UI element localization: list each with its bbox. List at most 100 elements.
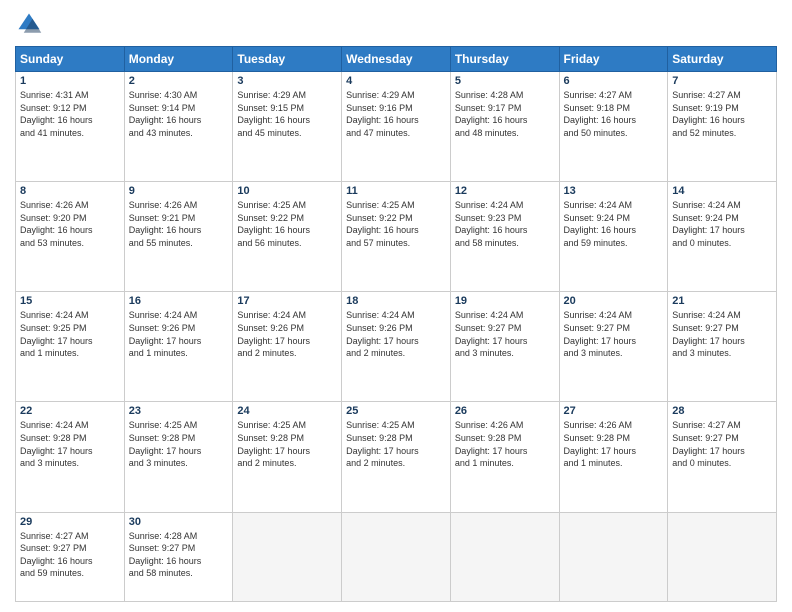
day-number: 4: [346, 75, 446, 87]
calendar-day-cell: [668, 512, 777, 601]
calendar-day-cell: 17Sunrise: 4:24 AMSunset: 9:26 PMDayligh…: [233, 292, 342, 402]
weekday-header: Sunday: [16, 47, 125, 72]
day-number: 22: [20, 405, 120, 417]
calendar-day-cell: 18 Sunrise: 4:24 AMSunset: 9:26 PMDayligh…: [342, 292, 451, 402]
calendar-week-row: 15Sunrise: 4:24 AMSunset: 9:25 PMDayligh…: [16, 292, 777, 402]
day-info: Sunrise: 4:26 AMSunset: 9:28 PMDaylight:…: [455, 419, 555, 469]
day-number: 1: [20, 75, 120, 87]
day-info: Sunrise: 4:26 AMSunset: 9:21 PMDaylight:…: [129, 199, 229, 249]
day-info: Sunrise: 4:25 AMSunset: 9:22 PMDaylight:…: [346, 199, 446, 249]
calendar-day-cell: 2 Sunrise: 4:30 AMSunset: 9:14 PMDaylight…: [124, 72, 233, 182]
day-number: 2: [129, 75, 229, 87]
day-number: 7: [672, 75, 772, 87]
calendar-day-cell: 5 Sunrise: 4:28 AMSunset: 9:17 PMDaylight…: [450, 72, 559, 182]
calendar-day-cell: 27Sunrise: 4:26 AMSunset: 9:28 PMDayligh…: [559, 402, 668, 512]
day-number: 28: [672, 405, 772, 417]
page: SundayMondayTuesdayWednesdayThursdayFrid…: [0, 0, 792, 612]
day-number: 12: [455, 185, 555, 197]
calendar-day-cell: [450, 512, 559, 601]
day-number: 20: [564, 295, 664, 307]
day-info: Sunrise: 4:25 AMSunset: 9:28 PMDaylight:…: [129, 419, 229, 469]
day-number: 10: [237, 185, 337, 197]
weekday-header: Tuesday: [233, 47, 342, 72]
day-number: 3: [237, 75, 337, 87]
calendar-day-cell: 16 Sunrise: 4:24 AMSunset: 9:26 PMDayligh…: [124, 292, 233, 402]
calendar-day-cell: 6 Sunrise: 4:27 AMSunset: 9:18 PMDaylight…: [559, 72, 668, 182]
weekday-header: Thursday: [450, 47, 559, 72]
day-info: Sunrise: 4:24 AMSunset: 9:26 PMDaylight:…: [237, 309, 337, 359]
day-info: Sunrise: 4:24 AMSunset: 9:23 PMDaylight:…: [455, 199, 555, 249]
day-number: 30: [129, 516, 229, 528]
calendar-day-cell: 7 Sunrise: 4:27 AMSunset: 9:19 PMDaylight…: [668, 72, 777, 182]
calendar-day-cell: 4 Sunrise: 4:29 AMSunset: 9:16 PMDaylight…: [342, 72, 451, 182]
weekday-header: Friday: [559, 47, 668, 72]
day-info: Sunrise: 4:25 AMSunset: 9:28 PMDaylight:…: [237, 419, 337, 469]
day-number: 26: [455, 405, 555, 417]
calendar-day-cell: 9 Sunrise: 4:26 AMSunset: 9:21 PMDaylight…: [124, 182, 233, 292]
calendar-day-cell: 30 Sunrise: 4:28 AMSunset: 9:27 PMDayligh…: [124, 512, 233, 601]
day-info: Sunrise: 4:24 AMSunset: 9:26 PMDaylight:…: [129, 309, 229, 359]
day-number: 25: [346, 405, 446, 417]
day-info: Sunrise: 4:25 AMSunset: 9:22 PMDaylight:…: [237, 199, 337, 249]
day-info: Sunrise: 4:24 AMSunset: 9:24 PMDaylight:…: [672, 199, 772, 249]
calendar-week-row: 22 Sunrise: 4:24 AMSunset: 9:28 PMDayligh…: [16, 402, 777, 512]
day-info: Sunrise: 4:28 AMSunset: 9:27 PMDaylight:…: [129, 530, 229, 580]
calendar-day-cell: [559, 512, 668, 601]
calendar-day-cell: 29 Sunrise: 4:27 AMSunset: 9:27 PMDayligh…: [16, 512, 125, 601]
day-info: Sunrise: 4:24 AMSunset: 9:26 PMDaylight:…: [346, 309, 446, 359]
day-number: 21: [672, 295, 772, 307]
calendar-day-cell: 15Sunrise: 4:24 AMSunset: 9:25 PMDayligh…: [16, 292, 125, 402]
day-number: 13: [564, 185, 664, 197]
day-number: 14: [672, 185, 772, 197]
calendar-day-cell: 19Sunrise: 4:24 AMSunset: 9:27 PMDayligh…: [450, 292, 559, 402]
day-info: Sunrise: 4:25 AMSunset: 9:28 PMDaylight:…: [346, 419, 446, 469]
calendar-day-cell: 1 Sunrise: 4:31 AMSunset: 9:12 PMDaylight…: [16, 72, 125, 182]
day-number: 18: [346, 295, 446, 307]
day-info: Sunrise: 4:24 AMSunset: 9:27 PMDaylight:…: [672, 309, 772, 359]
calendar-day-cell: 8 Sunrise: 4:26 AMSunset: 9:20 PMDaylight…: [16, 182, 125, 292]
calendar-day-cell: 28 Sunrise: 4:27 AMSunset: 9:27 PMDayligh…: [668, 402, 777, 512]
day-info: Sunrise: 4:26 AMSunset: 9:20 PMDaylight:…: [20, 199, 120, 249]
day-info: Sunrise: 4:29 AMSunset: 9:16 PMDaylight:…: [346, 89, 446, 139]
day-info: Sunrise: 4:28 AMSunset: 9:17 PMDaylight:…: [455, 89, 555, 139]
calendar-day-cell: 12 Sunrise: 4:24 AMSunset: 9:23 PMDayligh…: [450, 182, 559, 292]
day-number: 8: [20, 185, 120, 197]
calendar-day-cell: 13 Sunrise: 4:24 AMSunset: 9:24 PMDayligh…: [559, 182, 668, 292]
weekday-header: Monday: [124, 47, 233, 72]
calendar-day-cell: 23Sunrise: 4:25 AMSunset: 9:28 PMDayligh…: [124, 402, 233, 512]
day-info: Sunrise: 4:30 AMSunset: 9:14 PMDaylight:…: [129, 89, 229, 139]
calendar-day-cell: [233, 512, 342, 601]
day-info: Sunrise: 4:29 AMSunset: 9:15 PMDaylight:…: [237, 89, 337, 139]
day-info: Sunrise: 4:24 AMSunset: 9:24 PMDaylight:…: [564, 199, 664, 249]
day-info: Sunrise: 4:24 AMSunset: 9:28 PMDaylight:…: [20, 419, 120, 469]
calendar-day-cell: 20Sunrise: 4:24 AMSunset: 9:27 PMDayligh…: [559, 292, 668, 402]
weekday-header: Wednesday: [342, 47, 451, 72]
day-number: 9: [129, 185, 229, 197]
day-number: 6: [564, 75, 664, 87]
day-info: Sunrise: 4:24 AMSunset: 9:25 PMDaylight:…: [20, 309, 120, 359]
logo-icon: [15, 10, 43, 38]
calendar-day-cell: 21 Sunrise: 4:24 AMSunset: 9:27 PMDayligh…: [668, 292, 777, 402]
calendar-header-row: SundayMondayTuesdayWednesdayThursdayFrid…: [16, 47, 777, 72]
logo: [15, 10, 47, 38]
calendar-day-cell: 24Sunrise: 4:25 AMSunset: 9:28 PMDayligh…: [233, 402, 342, 512]
day-number: 11: [346, 185, 446, 197]
calendar-day-cell: 14 Sunrise: 4:24 AMSunset: 9:24 PMDayligh…: [668, 182, 777, 292]
day-info: Sunrise: 4:27 AMSunset: 9:27 PMDaylight:…: [672, 419, 772, 469]
day-info: Sunrise: 4:27 AMSunset: 9:19 PMDaylight:…: [672, 89, 772, 139]
calendar-day-cell: 25 Sunrise: 4:25 AMSunset: 9:28 PMDayligh…: [342, 402, 451, 512]
day-number: 5: [455, 75, 555, 87]
calendar-week-row: 29 Sunrise: 4:27 AMSunset: 9:27 PMDayligh…: [16, 512, 777, 601]
calendar-day-cell: 26 Sunrise: 4:26 AMSunset: 9:28 PMDayligh…: [450, 402, 559, 512]
day-info: Sunrise: 4:31 AMSunset: 9:12 PMDaylight:…: [20, 89, 120, 139]
day-info: Sunrise: 4:24 AMSunset: 9:27 PMDaylight:…: [455, 309, 555, 359]
day-info: Sunrise: 4:27 AMSunset: 9:18 PMDaylight:…: [564, 89, 664, 139]
day-info: Sunrise: 4:26 AMSunset: 9:28 PMDaylight:…: [564, 419, 664, 469]
day-info: Sunrise: 4:27 AMSunset: 9:27 PMDaylight:…: [20, 530, 120, 580]
calendar-day-cell: 10 Sunrise: 4:25 AMSunset: 9:22 PMDayligh…: [233, 182, 342, 292]
day-number: 16: [129, 295, 229, 307]
calendar-day-cell: 11 Sunrise: 4:25 AMSunset: 9:22 PMDayligh…: [342, 182, 451, 292]
day-number: 29: [20, 516, 120, 528]
calendar-day-cell: 3 Sunrise: 4:29 AMSunset: 9:15 PMDaylight…: [233, 72, 342, 182]
calendar-table: SundayMondayTuesdayWednesdayThursdayFrid…: [15, 46, 777, 602]
